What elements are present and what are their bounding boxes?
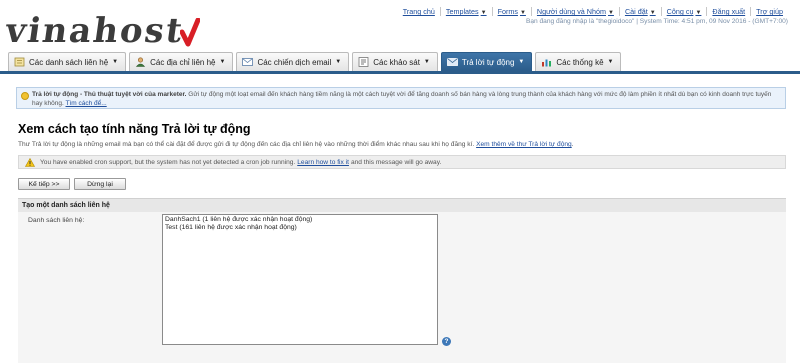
page-title: Xem cách tạo tính năng Trả lời tự động bbox=[18, 122, 251, 136]
stop-button[interactable]: Dừng lại bbox=[74, 178, 126, 190]
chevron-down-icon: ▼ bbox=[423, 59, 430, 65]
contact-list-icon bbox=[14, 57, 25, 67]
list-item[interactable]: DanhSach1 (1 liên hệ được xác nhận hoạt … bbox=[165, 216, 435, 224]
tab-label: Các địa chỉ liên hệ bbox=[150, 57, 216, 67]
tip-title: Trả lời tự động - Thủ thuật tuyệt vời củ… bbox=[32, 91, 187, 98]
chevron-down-icon: ▼ bbox=[335, 59, 342, 65]
chevron-down-icon: ▼ bbox=[695, 10, 702, 16]
learn-more-link[interactable]: Xem thêm về thư Trả lời tự động bbox=[476, 141, 572, 148]
main-tab-bar: Các danh sách liên hệ ▼ Các địa chỉ liên… bbox=[0, 52, 800, 74]
tip-box: Trả lời tự động - Thủ thuật tuyệt vời củ… bbox=[16, 87, 786, 109]
tab-contacts[interactable]: Các địa chỉ liên hệ ▼ bbox=[129, 52, 234, 71]
vinahost-logo[interactable]: vinahost bbox=[3, 8, 200, 51]
fix-cron-link[interactable]: Learn how to fix it bbox=[297, 159, 349, 166]
tab-label: Các thống kê bbox=[556, 57, 604, 67]
nav-templates[interactable]: Templates ▼ bbox=[441, 7, 493, 16]
tab-label: Các danh sách liên hệ bbox=[29, 57, 109, 67]
tab-surveys[interactable]: Các khảo sát ▼ bbox=[352, 52, 438, 71]
tab-email-campaigns[interactable]: Các chiến dịch email ▼ bbox=[236, 52, 350, 71]
autoresponder-icon bbox=[446, 58, 458, 66]
warning-text-end: and this message will go away. bbox=[350, 158, 442, 166]
warning-text: You have enabled cron support, but the s… bbox=[40, 158, 296, 166]
chevron-down-icon: ▼ bbox=[219, 59, 226, 65]
nav-settings[interactable]: Cài đặt ▼ bbox=[620, 7, 662, 16]
tab-label: Các khảo sát bbox=[373, 57, 420, 67]
nav-logout[interactable]: Đăng xuất bbox=[707, 7, 752, 16]
nav-help[interactable]: Trợ giúp bbox=[751, 7, 788, 16]
page-description: Thư Trả lời tự động là những email mà bạ… bbox=[18, 141, 574, 148]
cron-warning: You have enabled cron support, but the s… bbox=[18, 155, 786, 169]
chevron-down-icon: ▼ bbox=[112, 59, 119, 65]
next-button[interactable]: Kế tiếp >> bbox=[18, 178, 70, 190]
chevron-down-icon: ▼ bbox=[607, 59, 614, 65]
lightbulb-icon bbox=[21, 92, 29, 100]
chevron-down-icon: ▼ bbox=[519, 10, 526, 16]
contact-list-select[interactable]: DanhSach1 (1 liên hệ được xác nhận hoạt … bbox=[162, 214, 438, 345]
survey-icon bbox=[358, 57, 369, 67]
email-campaign-icon bbox=[242, 58, 254, 66]
warning-icon bbox=[25, 157, 35, 167]
top-navigation: Trang chủ Templates ▼ Forms ▼ Người dùng v… bbox=[398, 7, 788, 16]
list-item[interactable]: Test (161 liên hệ được xác nhận hoạt độn… bbox=[165, 224, 435, 232]
chevron-down-icon: ▼ bbox=[607, 10, 614, 16]
section-header: Tạo một danh sách liên hệ bbox=[18, 198, 786, 212]
tip-link[interactable]: Tìm cách để... bbox=[66, 100, 107, 107]
content-panel: Trả lời tự động - Thủ thuật tuyệt vời củ… bbox=[8, 77, 792, 363]
contacts-icon bbox=[136, 57, 146, 67]
nav-tools[interactable]: Công cụ ▼ bbox=[662, 7, 708, 16]
tab-statistics[interactable]: Các thống kê ▼ bbox=[535, 52, 622, 71]
tab-label: Trả lời tự động bbox=[461, 57, 515, 67]
tab-contact-lists[interactable]: Các danh sách liên hệ ▼ bbox=[8, 52, 127, 71]
chevron-down-icon: ▼ bbox=[649, 10, 656, 16]
stats-icon bbox=[542, 59, 552, 67]
description-text: Thư Trả lời tự động là những email mà bạ… bbox=[18, 141, 475, 148]
chevron-down-icon: ▼ bbox=[480, 10, 487, 16]
help-icon[interactable]: ? bbox=[442, 337, 451, 346]
contact-list-form: Danh sách liên hệ: DanhSach1 (1 liên hệ … bbox=[18, 212, 786, 363]
header: vinahost Trang chủ Templates ▼ Forms ▼ Ngư… bbox=[0, 0, 800, 52]
chevron-down-icon: ▼ bbox=[518, 59, 525, 65]
tab-autoresponders[interactable]: Trả lời tự động ▼ bbox=[440, 52, 533, 71]
nav-home[interactable]: Trang chủ bbox=[398, 7, 441, 16]
login-info: Bạn đang đăng nhập là "thegioidoco" | Sy… bbox=[525, 18, 788, 25]
contact-list-label: Danh sách liên hệ: bbox=[28, 217, 85, 224]
nav-forms[interactable]: Forms ▼ bbox=[493, 7, 532, 16]
nav-users-groups[interactable]: Người dùng và Nhóm ▼ bbox=[532, 7, 620, 16]
tab-label: Các chiến dịch email bbox=[257, 57, 332, 67]
logo-text: vinahost bbox=[3, 11, 187, 51]
